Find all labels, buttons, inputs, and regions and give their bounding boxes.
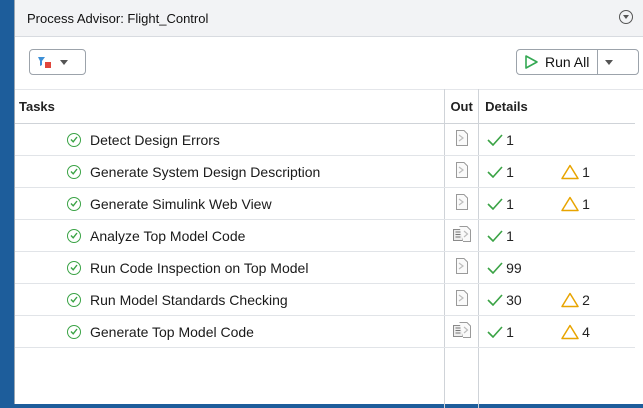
table-row[interactable]: Detect Design Errors 1	[15, 124, 635, 156]
task-passed-icon	[67, 229, 81, 243]
pass-count[interactable]: 1	[479, 164, 561, 180]
pass-count[interactable]: 1	[479, 196, 561, 212]
checkmark-icon	[487, 230, 503, 242]
table-row[interactable]: Analyze Top Model Code 1	[15, 220, 635, 252]
warning-count[interactable]: 4	[561, 324, 590, 340]
table-header-row: Tasks Out Details	[15, 89, 635, 124]
task-passed-icon	[67, 197, 81, 211]
warning-count[interactable]: 1	[561, 196, 590, 212]
warning-icon	[561, 324, 579, 340]
table-row[interactable]: Run Code Inspection on Top Model 99	[15, 252, 635, 284]
table-row[interactable]: Run Model Standards Checking 30 2	[15, 284, 635, 316]
warning-count[interactable]: 2	[561, 292, 590, 308]
checkmark-icon	[487, 294, 503, 306]
warning-icon	[561, 164, 579, 180]
task-name: Generate System Design Description	[90, 164, 320, 180]
code-report-icon[interactable]	[453, 226, 471, 245]
task-passed-icon	[67, 325, 81, 339]
checkmark-icon	[487, 262, 503, 274]
run-all-main[interactable]: Run All	[517, 50, 598, 74]
report-icon[interactable]	[455, 162, 469, 181]
pass-count[interactable]: 1	[479, 132, 561, 148]
warning-icon	[561, 292, 579, 308]
table-row[interactable]: Generate Simulink Web View 1 1	[15, 188, 635, 220]
code-report-icon[interactable]	[453, 322, 471, 341]
filter-icon	[36, 55, 52, 69]
pass-count[interactable]: 1	[479, 228, 561, 244]
tasks-header[interactable]: Tasks	[15, 89, 445, 124]
out-header[interactable]: Out	[445, 89, 479, 124]
title-bar: Process Advisor: Flight_Control	[15, 0, 643, 37]
tasks-table: Tasks Out Details Detect Design Errors 1	[15, 89, 635, 408]
play-icon	[523, 54, 539, 70]
empty-area	[15, 348, 635, 408]
toolbar: Run All	[15, 37, 643, 90]
task-passed-icon	[67, 261, 81, 275]
task-name: Generate Simulink Web View	[90, 196, 272, 212]
run-all-button[interactable]: Run All	[516, 49, 639, 75]
checkmark-icon	[487, 326, 503, 338]
filter-button[interactable]	[29, 49, 86, 75]
run-all-label: Run All	[545, 54, 589, 70]
task-name: Generate Top Model Code	[90, 324, 254, 340]
checkmark-icon	[487, 166, 503, 178]
chevron-down-icon	[605, 60, 613, 65]
task-passed-icon	[67, 133, 81, 147]
pass-count[interactable]: 30	[479, 292, 561, 308]
task-name: Run Code Inspection on Top Model	[90, 260, 308, 276]
checkmark-icon	[487, 198, 503, 210]
task-passed-icon	[67, 165, 81, 179]
panel-menu-icon[interactable]	[619, 10, 633, 24]
warning-icon	[561, 196, 579, 212]
pass-count[interactable]: 99	[479, 260, 561, 276]
table-row[interactable]: Generate System Design Description 1 1	[15, 156, 635, 188]
run-all-dropdown[interactable]	[598, 50, 620, 74]
task-name: Detect Design Errors	[90, 132, 220, 148]
report-icon[interactable]	[455, 130, 469, 149]
checkmark-icon	[487, 134, 503, 146]
pass-count[interactable]: 1	[479, 324, 561, 340]
table-row[interactable]: Generate Top Model Code 1 4	[15, 316, 635, 348]
process-advisor-panel: Process Advisor: Flight_Control Run All	[14, 0, 643, 404]
task-passed-icon	[67, 293, 81, 307]
task-name: Analyze Top Model Code	[90, 228, 245, 244]
warning-count[interactable]: 1	[561, 164, 590, 180]
report-icon[interactable]	[455, 194, 469, 213]
report-icon[interactable]	[455, 290, 469, 309]
task-name: Run Model Standards Checking	[90, 292, 288, 308]
report-icon[interactable]	[455, 258, 469, 277]
window-title: Process Advisor: Flight_Control	[27, 11, 208, 26]
details-header[interactable]: Details	[479, 89, 635, 124]
chevron-down-icon	[60, 60, 68, 65]
